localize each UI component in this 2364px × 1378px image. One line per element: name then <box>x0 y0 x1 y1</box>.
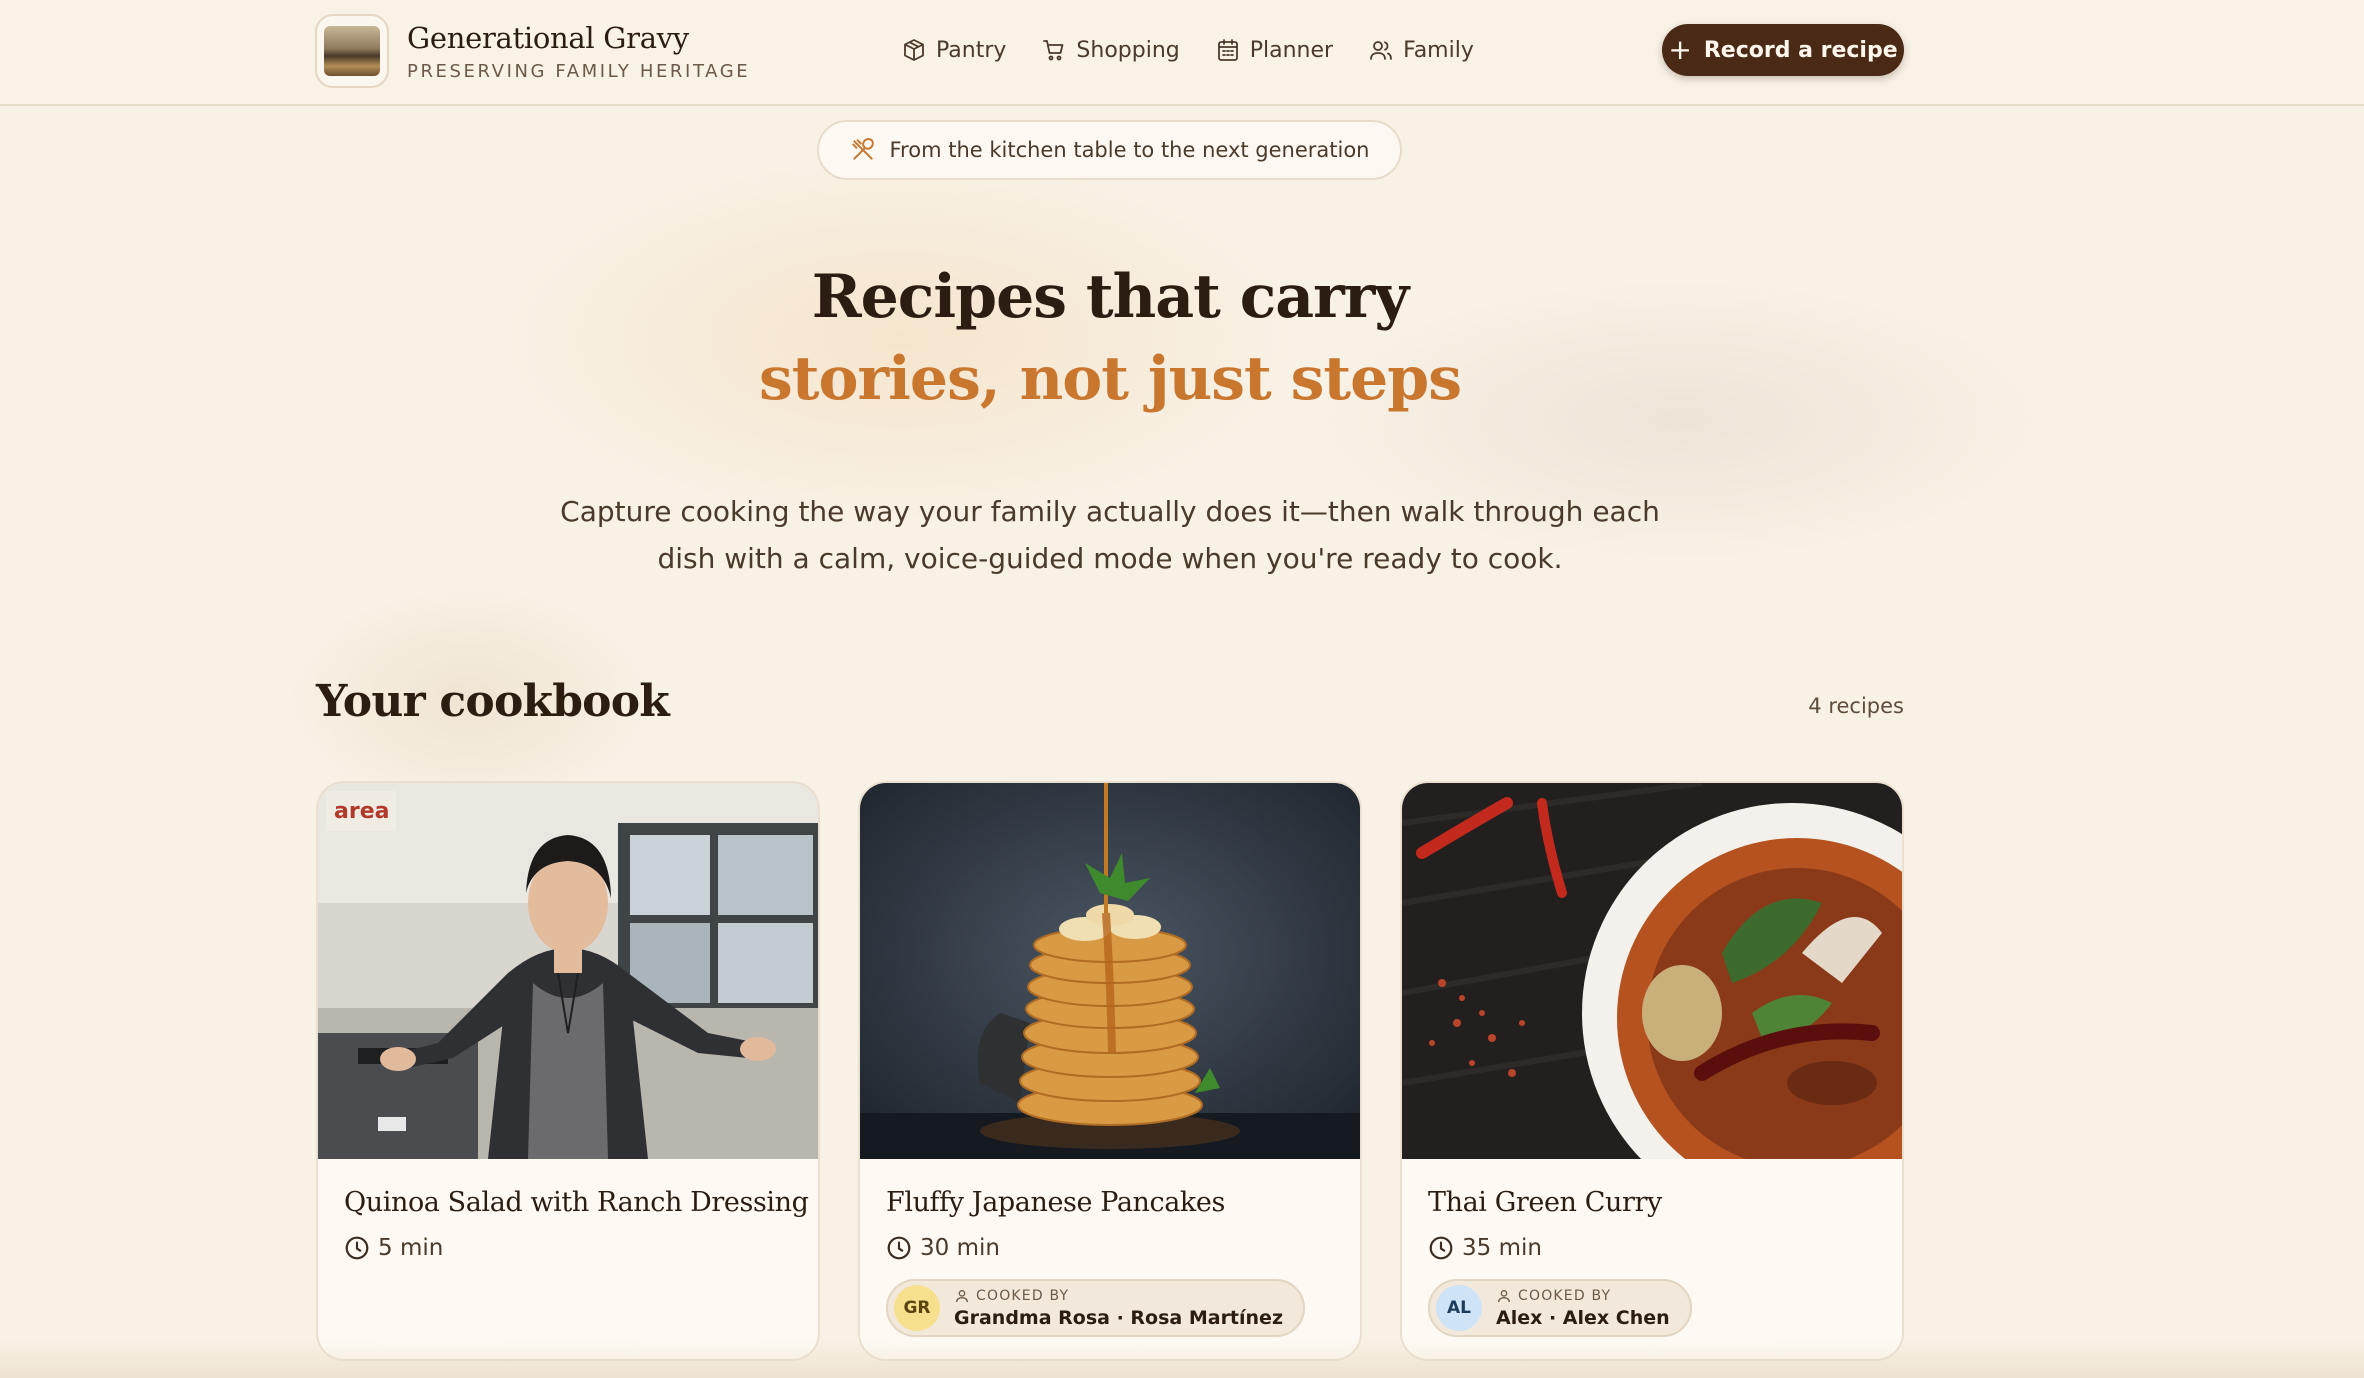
nav-item-family[interactable]: Family <box>1369 38 1474 63</box>
recipe-card-quinoa-salad[interactable]: area Quinoa Salad with Ranch Dressing 5 … <box>316 781 820 1361</box>
brand-title: Generational Gravy <box>407 20 689 55</box>
recipe-time-value: 35 min <box>1462 1235 1542 1261</box>
brand-logo <box>315 14 389 88</box>
tagline-text: From the kitchen table to the next gener… <box>889 138 1370 162</box>
brand[interactable]: Generational Gravy PRESERVING FAMILY HER… <box>315 14 750 88</box>
cooked-by-text: COOKED BY Grandma Rosa · Rosa Martínez <box>954 1288 1283 1329</box>
cooked-by-label-text: COOKED BY <box>1518 1287 1612 1304</box>
cooked-by-label: COOKED BY <box>954 1288 1283 1304</box>
recipe-image <box>1402 783 1902 1159</box>
brand-logo-image <box>324 26 380 76</box>
clock-icon <box>1429 1236 1453 1260</box>
cooked-by-label-text: COOKED BY <box>976 1287 1070 1304</box>
users-icon <box>1370 41 1392 60</box>
nav-item-label: Planner <box>1249 37 1334 63</box>
cooked-by-text: COOKED BY Alex · Alex Chen <box>1496 1288 1670 1329</box>
cookbook-title: Your cookbook <box>316 676 670 727</box>
svg-text:area: area <box>334 799 389 824</box>
hero-title-accent: stories, not just steps <box>758 344 1462 414</box>
nav-item-label: Shopping <box>1076 37 1180 63</box>
bottom-fade <box>0 1340 2364 1378</box>
calendar-icon <box>1217 39 1238 61</box>
cook-name: Alex · Alex Chen <box>1496 1306 1670 1329</box>
recipe-image <box>860 783 1360 1159</box>
recipe-title: Thai Green Curry <box>1428 1187 1662 1218</box>
cooked-by-badge[interactable]: GR COOKED BY Grandma Rosa · Rosa Martíne… <box>886 1279 1306 1337</box>
record-recipe-button[interactable]: + Record a recipe <box>1662 24 1904 76</box>
nav-item-pantry[interactable]: Pantry <box>902 38 1006 63</box>
nav-item-label: Family <box>1403 37 1474 63</box>
avatar: GR <box>894 1285 940 1331</box>
cook-name: Grandma Rosa · Rosa Martínez <box>954 1306 1284 1329</box>
hero-title: Recipes that carry <box>811 262 1409 332</box>
nav-item-shopping[interactable]: Shopping <box>1042 37 1180 63</box>
utensils-icon <box>851 138 874 160</box>
plus-icon: + <box>1668 33 1692 66</box>
recipe-time: 5 min <box>344 1235 443 1261</box>
recipe-time: 35 min <box>1428 1235 1542 1261</box>
recipe-image: area <box>318 783 818 1159</box>
main-nav: Pantry Shopping Planner Family <box>902 30 1510 70</box>
tagline-pill: From the kitchen table to the next gener… <box>817 120 1402 180</box>
recipe-title: Fluffy Japanese Pancakes <box>886 1187 1225 1218</box>
user-icon <box>956 1289 968 1302</box>
recipe-time-value: 30 min <box>920 1235 1000 1261</box>
brand-text: Generational Gravy PRESERVING FAMILY HER… <box>407 21 750 82</box>
avatar: AL <box>1436 1285 1482 1331</box>
cooked-by-badge[interactable]: AL COOKED BY Alex · Alex Chen <box>1428 1279 1692 1337</box>
clock-icon <box>345 1236 369 1260</box>
recipe-card-thai-green-curry[interactable]: Thai Green Curry 35 min AL COOKED BY Ale… <box>1400 781 1904 1361</box>
cart-icon <box>1043 40 1064 61</box>
box-icon <box>904 39 924 61</box>
nav-item-label: Pantry <box>936 37 1007 63</box>
recipe-time: 30 min <box>886 1235 1000 1261</box>
top-navigation-bar: Generational Gravy PRESERVING FAMILY HER… <box>0 0 2364 106</box>
cooked-by-label: COOKED BY <box>1496 1288 1670 1304</box>
recipe-time-value: 5 min <box>378 1235 444 1261</box>
nav-item-planner[interactable]: Planner <box>1216 38 1333 63</box>
recipe-count: 4 recipes <box>1808 694 1904 718</box>
hero-description: Capture cooking the way your family actu… <box>560 495 1660 575</box>
brand-subtitle: PRESERVING FAMILY HERITAGE <box>407 60 751 82</box>
user-icon <box>1498 1289 1510 1302</box>
clock-icon <box>887 1236 911 1260</box>
recipe-title: Quinoa Salad with Ranch Dressing <box>344 1187 809 1218</box>
record-recipe-label: Record a recipe <box>1703 37 1898 63</box>
recipe-card-japanese-pancakes[interactable]: Fluffy Japanese Pancakes 30 min GR COOKE… <box>858 781 1362 1361</box>
